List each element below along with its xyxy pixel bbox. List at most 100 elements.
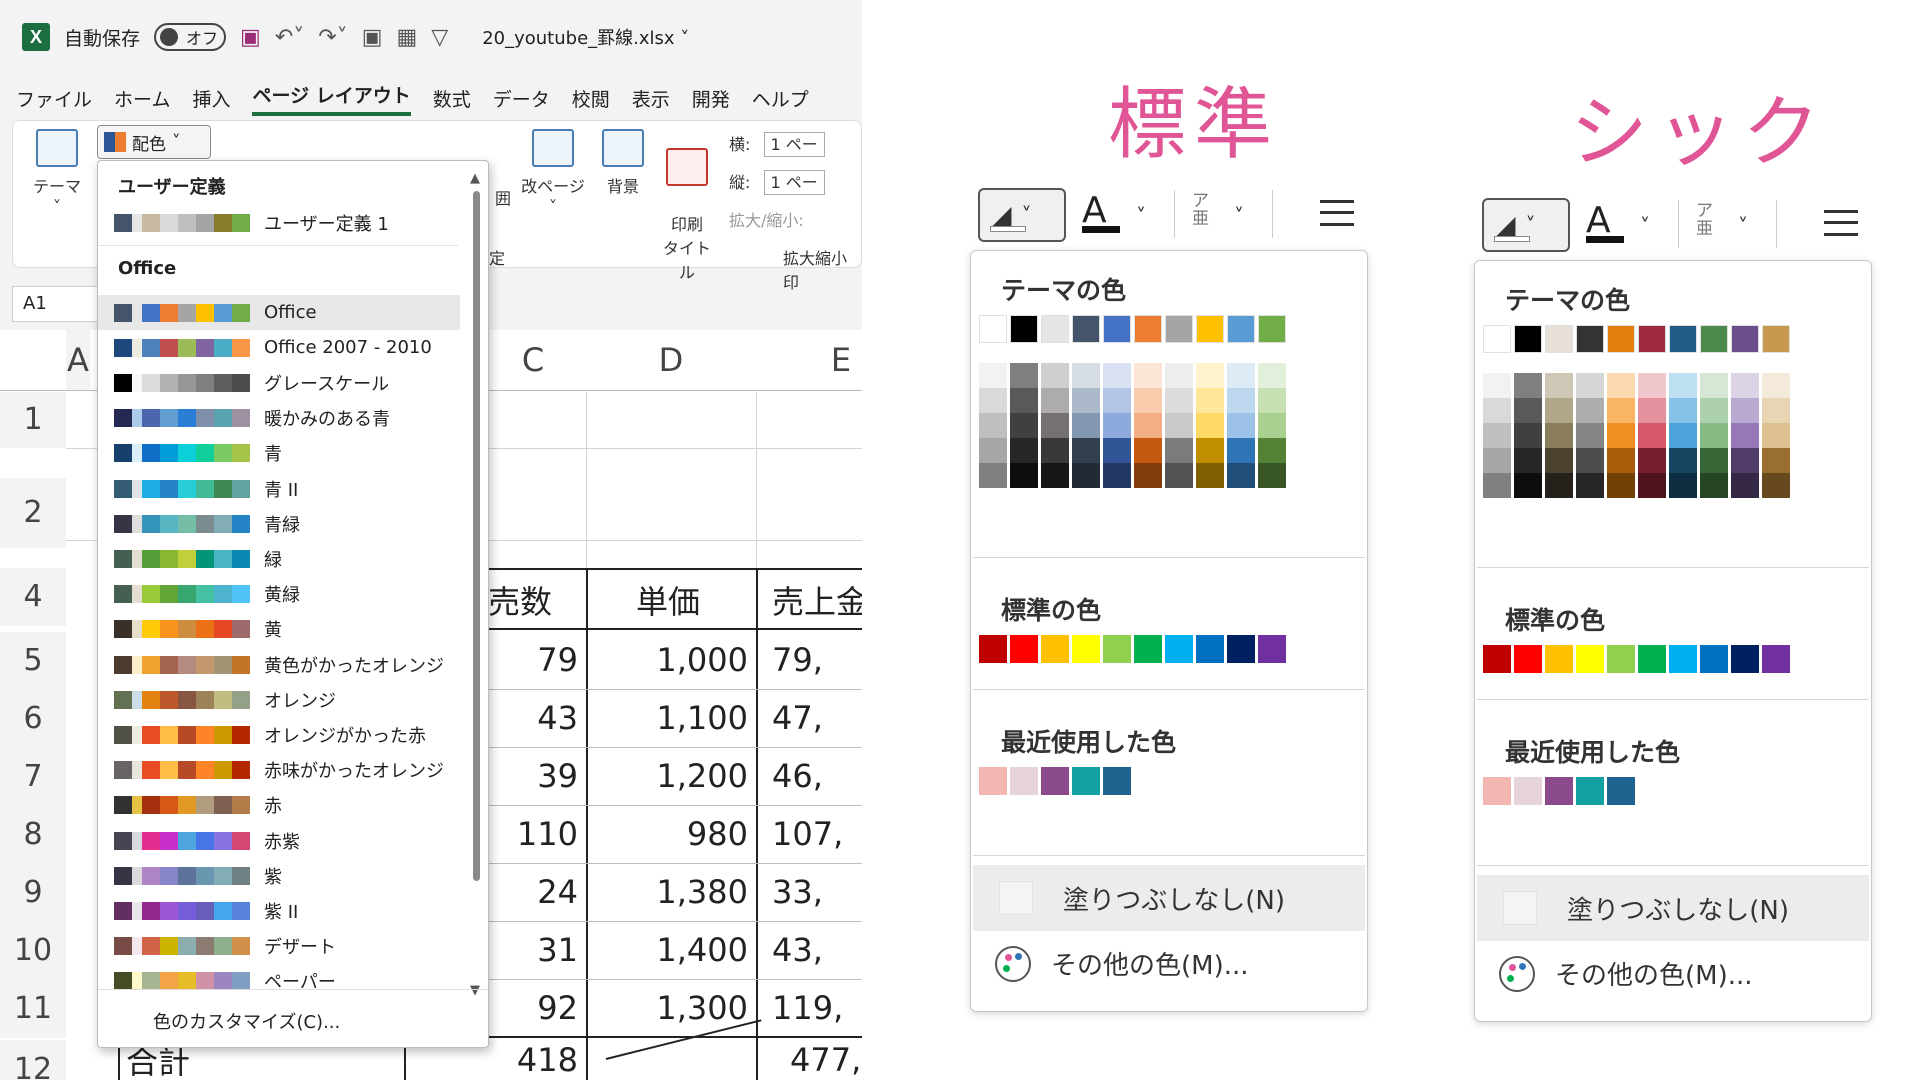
theme-shade-swatch[interactable]	[1010, 413, 1038, 438]
standard-color-swatch[interactable]	[1638, 645, 1666, 673]
row-header-7[interactable]: 7	[0, 748, 66, 806]
standard-color-swatch[interactable]	[1483, 645, 1511, 673]
colors-button[interactable]: 配色 ˅	[97, 125, 211, 159]
theme-shade-swatch[interactable]	[1165, 413, 1193, 438]
calculator-icon[interactable]: ▦	[396, 25, 417, 50]
theme-shade-swatch[interactable]	[1576, 448, 1604, 473]
chevron-down-icon[interactable]: ˅	[1136, 204, 1146, 228]
theme-shade-swatch[interactable]	[1072, 388, 1100, 413]
standard-color-swatch[interactable]	[1258, 635, 1286, 663]
theme-shade-swatch[interactable]	[1227, 438, 1255, 463]
theme-item[interactable]: 赤	[98, 788, 460, 823]
theme-shade-swatch[interactable]	[1607, 448, 1635, 473]
theme-shade-swatch[interactable]	[1010, 463, 1038, 488]
recent-color-swatch[interactable]	[1103, 767, 1131, 795]
theme-shade-swatch[interactable]	[1227, 388, 1255, 413]
table-cell[interactable]: 31	[480, 922, 586, 978]
recent-color-swatch[interactable]	[1072, 767, 1100, 795]
theme-shade-swatch[interactable]	[1483, 473, 1511, 498]
standard-color-swatch[interactable]	[1545, 645, 1573, 673]
theme-shade-swatch[interactable]	[1041, 463, 1069, 488]
chevron-down-icon[interactable]: ˅	[1738, 214, 1748, 238]
theme-shade-swatch[interactable]	[1196, 438, 1224, 463]
theme-color-swatch[interactable]	[1669, 325, 1697, 353]
theme-shade-swatch[interactable]	[1483, 398, 1511, 423]
document-title[interactable]: 20_youtube_罫線.xlsx ˅	[482, 24, 689, 50]
theme-item[interactable]: オレンジ	[98, 682, 460, 717]
theme-button[interactable]: テーマ ˅	[29, 129, 85, 216]
theme-shade-swatch[interactable]	[1545, 423, 1573, 448]
scroll-up-icon[interactable]: ▲	[470, 171, 480, 186]
theme-shade-swatch[interactable]	[1258, 438, 1286, 463]
theme-shade-swatch[interactable]	[1041, 388, 1069, 413]
phonetic-guide-icon[interactable]: ア亜	[1192, 192, 1209, 228]
no-fill-item[interactable]: 塗りつぶしなし(N)	[1477, 875, 1869, 941]
table-cell[interactable]: 46,	[772, 748, 862, 804]
table-cell[interactable]: 110	[480, 806, 586, 862]
table-cell[interactable]: 1,300	[586, 980, 756, 1036]
theme-shade-swatch[interactable]	[1762, 373, 1790, 398]
no-fill-item[interactable]: 塗りつぶしなし(N)	[973, 865, 1365, 931]
table-cell[interactable]: 24	[480, 864, 586, 920]
theme-shade-swatch[interactable]	[1607, 398, 1635, 423]
theme-shade-swatch[interactable]	[1700, 473, 1728, 498]
theme-shade-swatch[interactable]	[1576, 373, 1604, 398]
theme-color-swatch[interactable]	[1165, 315, 1193, 343]
theme-shade-swatch[interactable]	[1638, 423, 1666, 448]
theme-shade-swatch[interactable]	[1576, 423, 1604, 448]
theme-color-swatch[interactable]	[1103, 315, 1131, 343]
row-header-11[interactable]: 11	[0, 980, 66, 1038]
tab-developer[interactable]: 開発	[692, 85, 730, 112]
standard-color-swatch[interactable]	[1072, 635, 1100, 663]
table-cell[interactable]: 1,100	[586, 690, 756, 746]
theme-shade-swatch[interactable]	[979, 388, 1007, 413]
row-header-12[interactable]: 12	[0, 1040, 66, 1080]
height-control[interactable]: 縦: 1 ペー	[729, 169, 825, 195]
theme-shade-swatch[interactable]	[1607, 423, 1635, 448]
theme-shade-swatch[interactable]	[1258, 463, 1286, 488]
total-sales[interactable]: 477,	[790, 1040, 862, 1080]
dropdown-scrollbar[interactable]: ▲ ▼	[470, 171, 482, 1001]
theme-shade-swatch[interactable]	[1258, 413, 1286, 438]
theme-shade-swatch[interactable]	[1103, 363, 1131, 388]
recent-color-swatch[interactable]	[1576, 777, 1604, 805]
tab-review[interactable]: 校閲	[572, 85, 610, 112]
theme-shade-swatch[interactable]	[1514, 398, 1542, 423]
theme-shade-swatch[interactable]	[1514, 448, 1542, 473]
theme-color-swatch[interactable]	[1576, 325, 1604, 353]
theme-shade-swatch[interactable]	[1700, 448, 1728, 473]
theme-shade-swatch[interactable]	[1669, 473, 1697, 498]
theme-shade-swatch[interactable]	[1700, 423, 1728, 448]
theme-shade-swatch[interactable]	[979, 363, 1007, 388]
table-cell[interactable]: 1,200	[586, 748, 756, 804]
redo-icon[interactable]: ↷˅	[318, 25, 347, 50]
row-header-5[interactable]: 5	[0, 632, 66, 690]
theme-color-swatch[interactable]	[1545, 325, 1573, 353]
theme-shade-swatch[interactable]	[1514, 373, 1542, 398]
theme-color-swatch[interactable]	[1196, 315, 1224, 343]
table-cell[interactable]: 980	[586, 806, 756, 862]
theme-color-swatch[interactable]	[1514, 325, 1542, 353]
theme-shade-swatch[interactable]	[1134, 413, 1162, 438]
theme-item[interactable]: グレースケール	[98, 365, 460, 400]
table-cell[interactable]: 33,	[772, 864, 862, 920]
theme-shade-swatch[interactable]	[1669, 423, 1697, 448]
theme-shade-swatch[interactable]	[1165, 438, 1193, 463]
more-colors-item[interactable]: その他の色(M)...	[995, 945, 1249, 982]
table-cell[interactable]: 92	[480, 980, 586, 1036]
tab-help[interactable]: ヘルプ	[752, 85, 809, 112]
theme-shade-swatch[interactable]	[1010, 363, 1038, 388]
theme-shade-swatch[interactable]	[1041, 413, 1069, 438]
theme-item[interactable]: 黄色がかったオレンジ	[98, 647, 460, 682]
theme-item[interactable]: オレンジがかった赤	[98, 717, 460, 752]
theme-shade-swatch[interactable]	[1731, 398, 1759, 423]
standard-color-swatch[interactable]	[1700, 645, 1728, 673]
theme-item[interactable]: 青 II	[98, 471, 460, 506]
theme-shade-swatch[interactable]	[1638, 448, 1666, 473]
fill-color-button[interactable]: ◢ ˅	[1482, 198, 1570, 252]
recent-color-swatch[interactable]	[979, 767, 1007, 795]
table-cell[interactable]: 107,	[772, 806, 862, 862]
standard-color-swatch[interactable]	[1762, 645, 1790, 673]
theme-shade-swatch[interactable]	[1134, 388, 1162, 413]
theme-shade-swatch[interactable]	[1072, 413, 1100, 438]
